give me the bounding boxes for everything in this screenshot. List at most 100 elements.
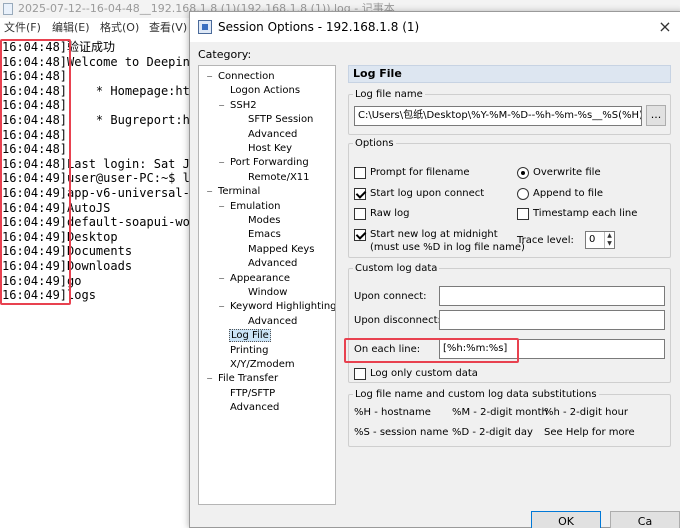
upon-disconnect-label: Upon disconnect: bbox=[354, 315, 441, 326]
tree-item[interactable]: SFTP Session bbox=[247, 113, 314, 127]
log-line-text: Last login: Sat J bbox=[67, 156, 190, 171]
log-line-timestamp: 16:04:49] bbox=[2, 186, 68, 200]
category-tree[interactable]: − Connection Logon Actions − SSH2 SFTP Sessio… bbox=[198, 65, 336, 505]
log-line-timestamp: 16:04:48] bbox=[2, 156, 68, 171]
upon-connect-input[interactable] bbox=[439, 286, 665, 306]
tree-item[interactable]: − Keyword Highlighting bbox=[218, 300, 335, 314]
log-file-panel: Log File Log file name C:\Users\包纸\Deskt… bbox=[344, 65, 680, 528]
start-log-upon-connect-checkbox[interactable]: Start log upon connect bbox=[354, 187, 484, 201]
log-line: 16:04:49]Desktop bbox=[2, 230, 118, 245]
prompt-for-filename-checkbox[interactable]: Prompt for filename bbox=[354, 166, 470, 180]
log-line: 16:04:48]Last login: Sat J bbox=[2, 157, 190, 172]
tree-item[interactable]: X/Y/Zmodem bbox=[229, 358, 296, 372]
log-line-timestamp: 16:04:48] bbox=[2, 40, 68, 54]
close-icon[interactable]: × bbox=[657, 19, 673, 35]
log-line-timestamp: 16:04:49] bbox=[2, 259, 68, 273]
tree-expander-icon[interactable]: − bbox=[205, 73, 214, 82]
log-line: 16:04:49]logs bbox=[2, 288, 96, 303]
tree-item-label: Window bbox=[248, 287, 288, 298]
log-line-timestamp: 16:04:48] bbox=[2, 54, 68, 69]
tree-expander-icon[interactable]: − bbox=[205, 188, 214, 197]
panel-header: Log File bbox=[348, 65, 671, 83]
log-line-timestamp: 16:04:49] bbox=[2, 215, 68, 230]
tree-expander-icon[interactable]: − bbox=[217, 159, 226, 168]
tree-item[interactable]: FTP/SFTP bbox=[229, 387, 276, 401]
tree-item-label: Advanced bbox=[230, 402, 280, 414]
log-file-name-input[interactable]: C:\Users\包纸\Desktop\%Y-%M-%D--%h-%m-%s__… bbox=[354, 106, 642, 126]
tree-item[interactable]: − Emulation bbox=[218, 200, 281, 214]
log-line: 16:04:49]AutoJS bbox=[2, 201, 110, 216]
tree-item[interactable]: − Connection bbox=[206, 70, 276, 84]
tree-item[interactable]: Printing bbox=[229, 344, 269, 358]
tree-item-label: Port Forwarding bbox=[230, 157, 309, 169]
tree-item-label: SSH2 bbox=[230, 99, 257, 111]
overwrite-file-label: Overwrite file bbox=[533, 167, 601, 178]
menu-view[interactable]: 查看(V) bbox=[149, 18, 187, 38]
log-line-timestamp: 16:04:49] bbox=[2, 273, 68, 288]
upon-connect-label: Upon connect: bbox=[354, 291, 427, 302]
raw-log-checkbox[interactable]: Raw log bbox=[354, 207, 409, 221]
trace-level-spinner[interactable]: 0 ▲ ▼ bbox=[585, 231, 615, 249]
tree-item[interactable]: Logon Actions bbox=[229, 84, 301, 98]
menu-file[interactable]: 文件(F) bbox=[4, 18, 41, 38]
upon-disconnect-input[interactable] bbox=[439, 310, 665, 330]
tree-item[interactable]: − Port Forwarding bbox=[218, 156, 310, 170]
subst-see-help[interactable]: See Help for more bbox=[544, 427, 635, 438]
tree-item[interactable]: Advanced bbox=[229, 401, 280, 415]
tree-item-label: Printing bbox=[230, 344, 269, 356]
tree-item[interactable]: − SSH2 bbox=[218, 99, 258, 113]
overwrite-file-radio[interactable]: Overwrite file bbox=[517, 166, 601, 180]
log-line-timestamp: 16:04:48] bbox=[2, 142, 68, 157]
ok-button[interactable]: OK bbox=[531, 511, 601, 528]
tree-item[interactable]: − Appearance bbox=[218, 272, 291, 286]
append-to-file-radio[interactable]: Append to file bbox=[517, 187, 603, 201]
tree-item-label: Log File bbox=[229, 329, 271, 343]
log-line-text: go bbox=[67, 273, 82, 288]
trace-level-value: 0 bbox=[589, 234, 596, 245]
tree-expander-icon[interactable]: − bbox=[217, 101, 226, 111]
tree-item[interactable]: − File Transfer bbox=[206, 372, 279, 386]
cancel-button[interactable]: Ca bbox=[610, 511, 680, 528]
tree-item-label: SFTP Session bbox=[248, 114, 314, 126]
tree-item[interactable]: Emacs bbox=[247, 228, 282, 242]
log-line-timestamp: 16:04:48] bbox=[2, 127, 68, 142]
tree-item-label: Advanced bbox=[248, 258, 298, 270]
tree-item[interactable]: Log File bbox=[229, 329, 271, 343]
start-new-log-midnight-checkbox[interactable]: Start new log at midnight bbox=[354, 228, 498, 242]
tree-item[interactable]: Advanced bbox=[247, 315, 298, 329]
tree-item[interactable]: Modes bbox=[247, 214, 281, 228]
notepad-text-area[interactable]: 16:04:48]验证成功 16:04:48]Welcome to Deepin 1… bbox=[0, 38, 200, 528]
tree-item[interactable]: − Terminal bbox=[206, 185, 261, 199]
tree-item-label: Mapped Keys bbox=[248, 243, 315, 255]
tree-expander-icon[interactable]: − bbox=[217, 303, 226, 312]
subst-hostname: %H - hostname bbox=[354, 407, 431, 418]
tree-expander-icon[interactable]: − bbox=[205, 375, 214, 384]
subst-month: %M - 2-digit month bbox=[452, 407, 548, 418]
tree-item[interactable]: Window bbox=[247, 286, 288, 300]
tree-item[interactable]: Remote/X11 bbox=[247, 171, 311, 185]
raw-log-label: Raw log bbox=[370, 208, 410, 219]
log-line: 16:04:49]go bbox=[2, 274, 81, 289]
tree-expander-icon[interactable]: − bbox=[217, 202, 226, 212]
tree-item[interactable]: Host Key bbox=[247, 142, 293, 156]
browse-button[interactable]: ... bbox=[646, 105, 666, 126]
log-line-text: default-soapui-wo bbox=[67, 215, 190, 230]
substitutions-group: Log file name and custom log data substi… bbox=[348, 389, 671, 447]
substitutions-legend: Log file name and custom log data substi… bbox=[355, 389, 597, 400]
log-line-timestamp: 16:04:49] bbox=[2, 288, 68, 303]
log-only-custom-data-checkbox[interactable]: Log only custom data bbox=[354, 367, 478, 381]
log-line: 16:04:48] * Bugreport:h bbox=[2, 113, 190, 128]
menu-edit[interactable]: 编辑(E) bbox=[52, 18, 90, 38]
tree-item[interactable]: Mapped Keys bbox=[247, 243, 315, 257]
spinner-arrows-icon[interactable]: ▲ ▼ bbox=[604, 232, 614, 248]
dialog-title-bar[interactable]: Session Options - 192.168.1.8 (1) × bbox=[190, 12, 680, 42]
tree-item[interactable]: Advanced bbox=[247, 128, 298, 142]
log-line: 16:04:48] bbox=[2, 69, 67, 84]
tree-item[interactable]: Advanced bbox=[247, 257, 298, 271]
timestamp-each-line-checkbox[interactable]: Timestamp each line bbox=[517, 207, 637, 221]
on-each-line-input[interactable]: [%h:%m:%s] bbox=[439, 339, 665, 359]
menu-format[interactable]: 格式(O) bbox=[100, 18, 139, 38]
log-line-text: app-v6-universal- bbox=[67, 186, 190, 200]
tree-expander-icon[interactable]: − bbox=[217, 274, 226, 284]
timestamp-each-line-box bbox=[517, 208, 529, 220]
